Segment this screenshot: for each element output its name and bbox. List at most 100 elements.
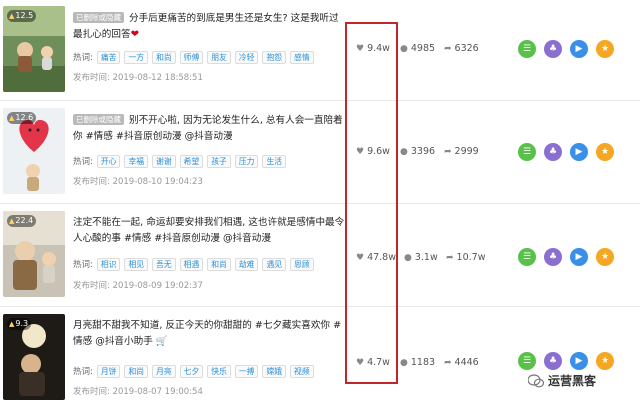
deleted-tag: 已删除或隐藏: [73, 12, 124, 23]
hot-word-tag[interactable]: 幸福: [124, 154, 149, 168]
watermark-text: 运营黑客: [548, 374, 597, 388]
video-title-text: 月亮甜不甜我不知道, 反正今天的你甜甜的 #七夕藏实喜欢你 #情感 @抖音小助手: [73, 320, 342, 347]
play-video-icon[interactable]: ▶: [570, 248, 588, 266]
detail-list-icon[interactable]: ☰: [518, 143, 536, 161]
publish-time-value: 2019-08-12 18:58:51: [112, 73, 203, 83]
publish-time: 发布时间: 2019-08-09 19:02:37: [73, 279, 203, 291]
row-actions: ☰ ♣ ▶ ★: [518, 352, 614, 370]
table-row[interactable]: ▲ 12.5 已删除或隐藏 分手后更痛苦的到底是男生还是女生? 这是我听过最扎心的…: [0, 4, 640, 100]
wechat-icon: [528, 373, 544, 387]
hot-word-tag[interactable]: 和尚: [124, 364, 149, 378]
watermark: 运营黑客: [528, 372, 596, 389]
video-thumbnail[interactable]: ▲ 9.3: [3, 314, 65, 400]
hot-word-tag[interactable]: 开心: [96, 154, 121, 168]
hot-word-tag[interactable]: 师傅: [179, 50, 204, 64]
video-title[interactable]: 已删除或隐藏 别不开心啦, 因为无论发生什么, 总有人会一直陪着你 #情感 #抖音…: [73, 113, 345, 145]
row-actions: ☰ ♣ ▶ ★: [518, 143, 614, 161]
video-thumbnail[interactable]: ▲ 22.4: [3, 211, 65, 297]
hot-word-tag[interactable]: 一方: [124, 50, 149, 64]
publish-time-label: 发布时间:: [73, 387, 110, 397]
hot-word-tag[interactable]: 月饼: [96, 364, 121, 378]
favorite-star-icon[interactable]: ★: [596, 40, 614, 58]
video-title[interactable]: 月亮甜不甜我不知道, 反正今天的你甜甜的 #七夕藏实喜欢你 #情感 @抖音小助手…: [73, 318, 345, 350]
hot-word-tag[interactable]: 月亮: [152, 364, 176, 378]
detail-list-icon[interactable]: ☰: [518, 248, 536, 266]
play-video-icon[interactable]: ▶: [570, 352, 588, 370]
fans-analysis-icon[interactable]: ♣: [544, 352, 562, 370]
hot-word-tag[interactable]: 和尚: [152, 50, 176, 64]
hot-word-tag[interactable]: 希望: [179, 154, 204, 168]
likes-highlight-box: [345, 22, 398, 384]
hot-word-tag[interactable]: 视频: [290, 364, 314, 378]
hot-word-tag[interactable]: 相遇: [179, 257, 204, 271]
video-ranking-list: ▲ 12.5 已删除或隐藏 分手后更痛苦的到底是男生还是女生? 这是我听过最扎心的…: [0, 0, 640, 408]
hot-word-tag[interactable]: 劫难: [234, 257, 259, 271]
table-row[interactable]: ▲ 12.6 已删除或隐藏 别不开心啦, 因为无论发生什么, 总有人会一直陪着你 …: [0, 106, 640, 202]
comment-icon: ●: [400, 357, 408, 368]
hot-word-tag[interactable]: 抱怨: [262, 50, 287, 64]
publish-time-value: 2019-08-07 19:00:54: [112, 387, 203, 397]
publish-time-value: 2019-08-10 19:04:23: [112, 177, 203, 187]
favorite-star-icon[interactable]: ★: [596, 248, 614, 266]
share-icon: ➦: [444, 43, 452, 54]
favorite-star-icon[interactable]: ★: [596, 352, 614, 370]
hot-score-badge: ▲ 22.4: [7, 215, 37, 227]
hot-words: 热词: 开心 幸福 谢谢 希望 孩子 压力 生活: [73, 154, 290, 168]
hot-word-tag[interactable]: 生活: [262, 154, 287, 168]
video-title[interactable]: 已删除或隐藏 分手后更痛苦的到底是男生还是女生? 这是我听过最扎心的回答❤: [73, 11, 345, 43]
hot-word-tag[interactable]: 嫦娥: [262, 364, 287, 378]
fans-analysis-icon[interactable]: ♣: [544, 248, 562, 266]
hot-word-tag[interactable]: 遇见: [262, 257, 287, 271]
hot-word-tag[interactable]: 压力: [234, 154, 259, 168]
hot-words-label: 热词:: [73, 367, 93, 377]
favorite-star-icon[interactable]: ★: [596, 143, 614, 161]
shares-stat: ➦ 2999: [444, 146, 479, 157]
flame-icon: ▲: [9, 217, 15, 225]
hot-word-tag[interactable]: 感情: [290, 50, 314, 64]
share-icon: ➦: [444, 146, 452, 157]
hot-word-tag[interactable]: 孩子: [207, 154, 231, 168]
hot-word-tag[interactable]: 痛苦: [96, 50, 121, 64]
video-thumbnail[interactable]: ▲ 12.6: [3, 108, 65, 194]
video-thumbnail[interactable]: ▲ 12.5: [3, 6, 65, 92]
cart-icon: 🛒: [155, 336, 168, 347]
fans-analysis-icon[interactable]: ♣: [544, 40, 562, 58]
hot-word-tag[interactable]: 七夕: [179, 364, 204, 378]
hot-word-tag[interactable]: 相见: [124, 257, 149, 271]
hot-word-tag[interactable]: 快乐: [207, 364, 231, 378]
table-row[interactable]: ▲ 9.3 月亮甜不甜我不知道, 反正今天的你甜甜的 #七夕藏实喜欢你 #情感 …: [0, 312, 640, 408]
hot-words-label: 热词:: [73, 53, 93, 63]
video-title[interactable]: 注定不能在一起, 命运却要安排我们相遇, 这也许就是感情中最令人心酸的事 #情感…: [73, 215, 345, 247]
hot-word-tag[interactable]: 朋友: [207, 50, 231, 64]
play-video-icon[interactable]: ▶: [570, 40, 588, 58]
table-row[interactable]: ▲ 22.4 注定不能在一起, 命运却要安排我们相遇, 这也许就是感情中最令人心…: [0, 209, 640, 305]
fans-analysis-icon[interactable]: ♣: [544, 143, 562, 161]
publish-time-label: 发布时间:: [73, 281, 110, 291]
hot-word-tag[interactable]: 吾无: [152, 257, 176, 271]
deleted-tag: 已删除或隐藏: [73, 114, 124, 125]
hot-word-tag[interactable]: 和尚: [207, 257, 231, 271]
hot-word-tag[interactable]: 恩顾: [290, 257, 314, 271]
hot-word-tag[interactable]: 相识: [96, 257, 121, 271]
detail-list-icon[interactable]: ☰: [518, 352, 536, 370]
share-icon: ➦: [444, 357, 452, 368]
hot-words-label: 热词:: [73, 157, 93, 167]
detail-list-icon[interactable]: ☰: [518, 40, 536, 58]
publish-time: 发布时间: 2019-08-07 19:00:54: [73, 385, 203, 397]
hot-words: 热词: 月饼 和尚 月亮 七夕 快乐 一搏 嫦娥 视频: [73, 364, 318, 378]
row-actions: ☰ ♣ ▶ ★: [518, 40, 614, 58]
hot-score: 22.4: [15, 216, 34, 225]
play-video-icon[interactable]: ▶: [570, 143, 588, 161]
shares-count: 2999: [454, 146, 479, 157]
shares-stat: ➦ 6326: [444, 43, 479, 54]
hot-word-tag[interactable]: 一搏: [234, 364, 259, 378]
comments-stat: ● 1183: [400, 357, 435, 368]
row-actions: ☰ ♣ ▶ ★: [518, 248, 614, 266]
flame-icon: ▲: [9, 114, 15, 122]
publish-time-label: 发布时间:: [73, 73, 110, 83]
publish-time-label: 发布时间:: [73, 177, 110, 187]
hot-word-tag[interactable]: 谢谢: [152, 154, 176, 168]
hot-words: 热词: 痛苦 一方 和尚 师傅 朋友 冷轻 抱怨 感情: [73, 50, 318, 64]
hot-word-tag[interactable]: 冷轻: [234, 50, 259, 64]
shares-count: 6326: [454, 43, 479, 54]
